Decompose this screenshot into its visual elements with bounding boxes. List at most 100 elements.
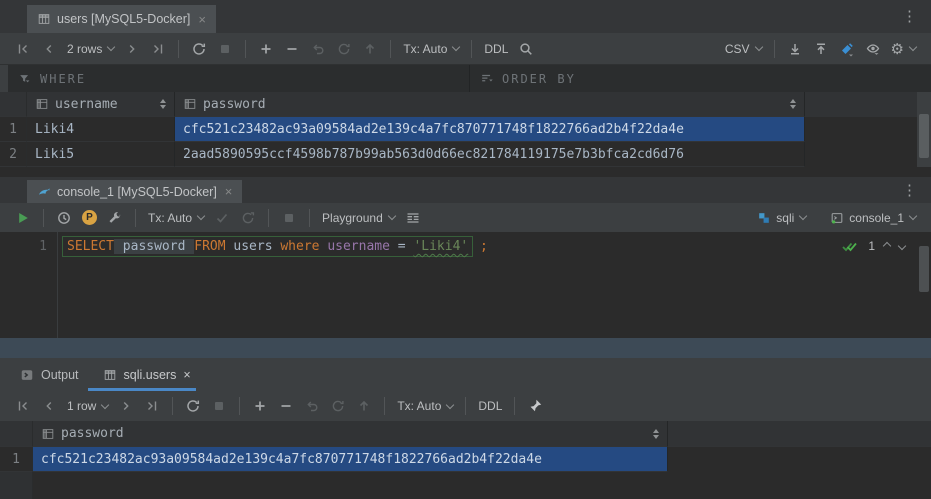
rollback-button[interactable] <box>235 208 261 228</box>
cell-password-selected[interactable]: cfc521c23482ac93a09584ad2e139c4a7fc87077… <box>175 117 805 142</box>
tab-output[interactable]: Output <box>8 358 91 391</box>
close-icon[interactable]: × <box>183 368 190 382</box>
column-header-username[interactable]: username <box>27 92 175 117</box>
sql-identifier: password <box>114 239 194 254</box>
find-button[interactable] <box>513 39 539 59</box>
reload-button[interactable] <box>186 39 212 59</box>
add-row-button[interactable] <box>247 396 273 416</box>
page-size-label: 1 row <box>67 399 96 413</box>
sql-statement[interactable]: SELECT password FROM users where usernam… <box>62 236 473 257</box>
tab-result[interactable]: sqli.users × <box>91 358 203 391</box>
export-format-label: CSV <box>725 42 750 56</box>
delete-row-button[interactable] <box>273 396 299 416</box>
column-label: username <box>55 97 118 112</box>
sort-desc-icon <box>160 105 166 109</box>
pin-tab-button[interactable] <box>522 396 548 416</box>
prev-page-button[interactable] <box>36 39 62 59</box>
vertical-scrollbar[interactable] <box>917 232 931 338</box>
view-options-button[interactable] <box>860 39 886 59</box>
scrollbar-thumb[interactable] <box>919 246 929 292</box>
tx-mode-dropdown[interactable]: Tx: Auto <box>398 40 464 58</box>
cell-username[interactable]: Liki4 <box>27 117 175 142</box>
page-size-dropdown[interactable]: 2 rows <box>62 40 119 58</box>
table-row[interactable]: 2 Liki5 2aad5890595ccf4598b787b99ab563d0… <box>0 142 931 167</box>
vertical-scrollbar[interactable] <box>917 92 931 167</box>
history-button[interactable] <box>51 208 77 228</box>
first-page-icon <box>15 41 31 57</box>
schema-dropdown[interactable]: sqli <box>752 209 811 227</box>
column-header-password[interactable]: password <box>175 92 805 117</box>
first-page-button[interactable] <box>10 39 36 59</box>
commit-button[interactable] <box>331 39 357 59</box>
next-page-button[interactable] <box>119 39 145 59</box>
kebab-menu-icon[interactable]: ⋮ <box>896 7 923 26</box>
session-dropdown[interactable]: console_1 <box>825 209 921 227</box>
corner-cell[interactable] <box>0 421 33 447</box>
parameters-button[interactable]: P <box>77 208 102 227</box>
reload-button[interactable] <box>180 396 206 416</box>
tab-console[interactable]: console_1 [MySQL5-Docker] × <box>27 180 242 203</box>
commit-button[interactable] <box>209 208 235 228</box>
last-page-button[interactable] <box>139 396 165 416</box>
sort-toggle[interactable] <box>160 99 166 109</box>
double-check-icon <box>841 239 859 253</box>
kebab-menu-icon[interactable]: ⋮ <box>896 181 923 200</box>
console-settings-button[interactable] <box>102 208 128 228</box>
undo-icon <box>304 398 320 414</box>
submit-button[interactable] <box>357 39 383 59</box>
revert-button[interactable] <box>305 39 331 59</box>
sort-toggle[interactable] <box>653 429 659 439</box>
inline-results-button[interactable] <box>400 208 426 228</box>
results-panel-header[interactable] <box>0 338 931 358</box>
tab-users-grid[interactable]: users [MySQL5-Docker] × <box>27 5 216 33</box>
ddl-button[interactable]: DDL <box>473 397 507 415</box>
add-row-button[interactable] <box>253 39 279 59</box>
delete-row-button[interactable] <box>279 39 305 59</box>
where-filter-field[interactable]: WHERE <box>8 65 469 92</box>
result-grid: password 1 cfc521c23482ac93a09584ad2e139… <box>0 421 931 499</box>
last-page-button[interactable] <box>145 39 171 59</box>
tx-mode-dropdown[interactable]: Tx: Auto <box>392 397 458 415</box>
chevron-up-icon[interactable] <box>883 242 891 250</box>
submit-button[interactable] <box>351 396 377 416</box>
corner-cell[interactable] <box>0 92 27 117</box>
sql-editor[interactable]: 1 SELECT password FROM users where usern… <box>0 232 931 338</box>
export-format-dropdown[interactable]: CSV <box>720 40 767 58</box>
order-by-filter-field[interactable]: ORDER BY <box>470 65 931 92</box>
export-data-button[interactable] <box>782 39 808 59</box>
sort-toggle[interactable] <box>790 99 796 109</box>
table-icon <box>37 12 51 26</box>
settings-button[interactable]: ⚙ <box>886 38 921 60</box>
tab-users-label: users [MySQL5-Docker] <box>57 12 190 26</box>
page-size-dropdown[interactable]: 1 row <box>62 397 113 415</box>
tx-mode-dropdown[interactable]: Tx: Auto <box>143 209 209 227</box>
ddl-button[interactable]: DDL <box>479 40 513 58</box>
prev-page-button[interactable] <box>36 396 62 416</box>
import-data-button[interactable] <box>808 39 834 59</box>
stop-button[interactable] <box>206 396 232 416</box>
column-header-password[interactable]: password <box>33 421 668 447</box>
chevron-down-icon[interactable] <box>898 242 906 250</box>
close-icon[interactable]: × <box>198 12 206 27</box>
stop-button[interactable] <box>212 39 238 59</box>
table-row[interactable]: 1 Liki4 cfc521c23482ac93a09584ad2e139c4a… <box>0 117 931 142</box>
execute-button[interactable] <box>10 208 36 228</box>
cell-password[interactable]: 2aad5890595ccf4598b787b99ab563d0d66ec821… <box>175 142 805 167</box>
eye-icon <box>865 41 881 57</box>
next-page-button[interactable] <box>113 396 139 416</box>
revert-button[interactable] <box>299 396 325 416</box>
commit-button[interactable] <box>325 396 351 416</box>
chevron-down-icon <box>909 43 917 51</box>
sort-desc-icon <box>653 435 659 439</box>
playground-dropdown[interactable]: Playground <box>317 209 400 227</box>
table-row[interactable]: 1 cfc521c23482ac93a09584ad2e139c4a7fc870… <box>0 447 931 472</box>
scrollbar-thumb[interactable] <box>919 114 929 158</box>
cell-password-selected[interactable]: cfc521c23482ac93a09584ad2e139c4a7fc87077… <box>33 447 668 472</box>
close-icon[interactable]: × <box>225 184 233 199</box>
cell-username[interactable]: Liki5 <box>27 142 175 167</box>
pin-result-button[interactable] <box>834 39 860 59</box>
separator <box>43 209 44 227</box>
download-icon <box>787 41 803 57</box>
first-page-button[interactable] <box>10 396 36 416</box>
stop-button[interactable] <box>276 208 302 228</box>
